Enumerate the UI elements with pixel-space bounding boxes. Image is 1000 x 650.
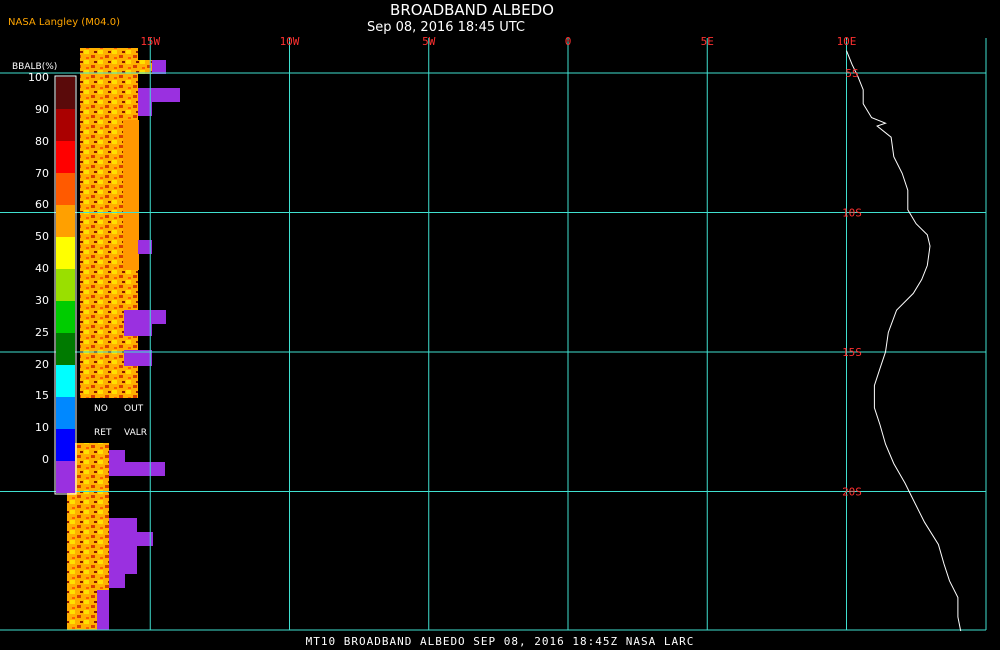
- swath-block: [109, 462, 165, 476]
- colorbar-swatch: [56, 141, 75, 173]
- swath-block: [109, 574, 125, 588]
- no-data-label: NO: [94, 404, 108, 414]
- colorbar-tick: 70: [35, 166, 49, 180]
- satellite-swath: [67, 48, 180, 630]
- colorbar-tick: 90: [35, 102, 49, 116]
- colorbar-tick: 0: [42, 453, 49, 467]
- footer-caption: MT10 BROADBAND ALBEDO SEP 08, 2016 18:45…: [305, 635, 695, 648]
- no-data-label: OUT: [124, 404, 144, 414]
- colorbar-tick: 100: [28, 71, 49, 84]
- colorbar-swatch: [56, 77, 75, 109]
- colorbar-tick: 10: [35, 421, 49, 435]
- no-data-label: RET: [94, 428, 112, 438]
- colorbar-swatch: [56, 333, 75, 365]
- parallel-label: 10S: [842, 207, 862, 220]
- colorbar-tick: 40: [35, 262, 49, 276]
- map-datetime: Sep 08, 2016 18:45 UTC: [366, 20, 526, 35]
- meridian-label: 10W: [280, 35, 300, 48]
- colorbar-swatch: [56, 365, 75, 397]
- swath-block: [123, 120, 139, 270]
- colorbar-swatch: [56, 301, 75, 333]
- no-data-label: VALR: [124, 428, 148, 438]
- colorbar-tick: 50: [35, 230, 49, 244]
- colorbar-tick: 80: [35, 134, 49, 148]
- graticule-labels: 15W 10W 5W 0 5E 10E 5S 10S 15S 20S: [140, 35, 862, 499]
- colorbar-swatch: [56, 205, 75, 237]
- map-canvas: 15W 10W 5W 0 5E 10E 5S 10S 15S 20S BROADBAND ALBE…: [0, 0, 1000, 650]
- swath-block: [152, 60, 166, 74]
- meridian-label: 0: [565, 35, 572, 48]
- colorbar-tick: 30: [35, 293, 49, 307]
- meridian-label: 15W: [140, 35, 160, 48]
- swath-block: [150, 310, 166, 324]
- map-title: BROADBAND ALBEDO: [390, 1, 554, 19]
- parallel-label: 5S: [845, 67, 858, 80]
- colorbar-swatch: [56, 429, 75, 461]
- colorbar-tick: 20: [35, 357, 49, 371]
- meridian-label: 5W: [422, 35, 436, 48]
- parallel-label: 15S: [842, 346, 862, 359]
- colorbar-tick: 15: [35, 389, 49, 403]
- producer-label: NASA Langley (M04.0): [8, 17, 120, 28]
- swath-block: [97, 590, 109, 630]
- swath-block: [124, 310, 152, 336]
- colorbar-swatch: [56, 237, 75, 269]
- colorbar-swatch: [56, 269, 75, 301]
- parallel-label: 20S: [842, 486, 862, 499]
- swath-block: [138, 88, 180, 102]
- color-legend: [54, 75, 77, 495]
- coastline: [846, 50, 962, 632]
- colorbar-tick: 25: [35, 325, 49, 339]
- colorbar-tick: 60: [35, 198, 49, 212]
- swath-block: [109, 450, 125, 464]
- colorbar-swatch: [56, 461, 75, 493]
- meridian-label: 5E: [701, 35, 714, 48]
- meridian-label: 10E: [837, 35, 857, 48]
- colorbar-swatch: [56, 397, 75, 429]
- map-svg: 15W 10W 5W 0 5E 10E 5S 10S 15S 20S: [0, 35, 987, 632]
- colorbar-swatch: [56, 173, 75, 205]
- swath-block: [109, 518, 137, 574]
- colorbar-swatch: [56, 109, 75, 141]
